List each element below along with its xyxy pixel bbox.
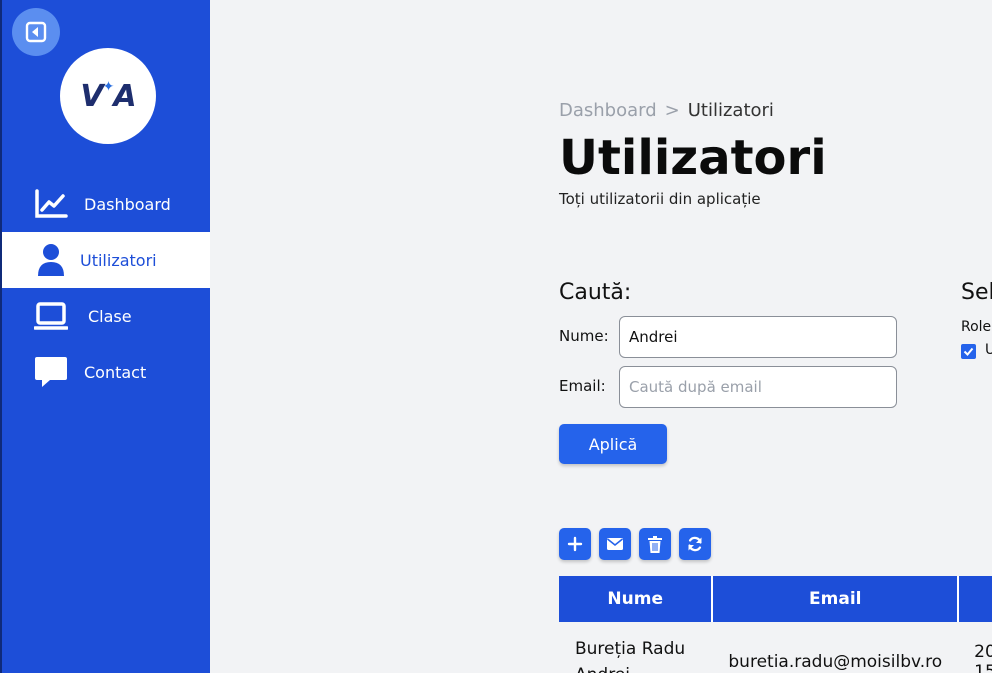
- cell-name: Burețiа Radu Andrei: [559, 622, 713, 673]
- role-checkbox[interactable]: [961, 344, 976, 359]
- email-field-label: Email:: [559, 377, 606, 395]
- check-icon: [963, 347, 974, 356]
- table-toolbar: [559, 528, 711, 560]
- email-users-button[interactable]: [599, 528, 631, 560]
- table-header-extra[interactable]: [958, 576, 992, 622]
- chat-bubble-icon: [34, 355, 68, 389]
- role-label: Role: [961, 319, 992, 335]
- sidebar-item-label: Dashboard: [84, 194, 171, 214]
- envelope-icon: [607, 538, 623, 550]
- sidebar-item-label: Utilizatori: [80, 250, 157, 270]
- trash-icon: [648, 535, 662, 553]
- cell-extra: 20 15: [958, 622, 992, 673]
- breadcrumb-parent[interactable]: Dashboard: [559, 100, 657, 121]
- role-checkbox-label: U: [985, 342, 992, 358]
- laptop-icon: [34, 299, 68, 333]
- sidebar-item-dashboard[interactable]: Dashboard: [2, 176, 210, 232]
- select-section-title: Sel: [961, 280, 992, 305]
- logo-text: V✦A: [80, 78, 136, 114]
- add-user-button[interactable]: [559, 528, 591, 560]
- sidebar-collapse-button[interactable]: [12, 8, 60, 56]
- sidebar-item-utilizatori[interactable]: Utilizatori: [2, 232, 210, 288]
- sidebar-item-label: Contact: [84, 362, 147, 382]
- name-search-input[interactable]: [619, 316, 897, 358]
- apply-button[interactable]: Aplică: [559, 424, 667, 464]
- refresh-button[interactable]: [679, 528, 711, 560]
- delete-users-button[interactable]: [639, 528, 671, 560]
- search-section-title: Caută:: [559, 280, 632, 305]
- table-header-email[interactable]: Email: [712, 576, 960, 622]
- sidebar-item-clase[interactable]: Clase: [2, 288, 210, 344]
- sidebar-item-contact[interactable]: Contact: [2, 344, 210, 400]
- sidebar-item-label: Clase: [88, 306, 132, 326]
- sidebar-nav: Dashboard Utilizatori Clase Contact: [2, 176, 210, 400]
- name-field-label: Nume:: [559, 327, 609, 345]
- sidebar: V✦A Dashboard Utilizatori Clase Contact: [0, 0, 210, 673]
- user-icon: [34, 243, 68, 277]
- breadcrumb-current: Utilizatori: [687, 100, 774, 121]
- cell-email: buretia.radu@moisilbv.ro: [712, 622, 959, 673]
- breadcrumb-separator: >: [664, 100, 680, 121]
- table-row[interactable]: Burețiа Radu Andrei buretia.radu@moisilb…: [559, 622, 992, 673]
- app-logo: V✦A: [60, 48, 156, 144]
- table-header-name[interactable]: Nume: [559, 576, 714, 622]
- page-title: Utilizatori: [559, 130, 827, 186]
- chart-line-icon: [34, 187, 68, 221]
- refresh-icon: [688, 536, 702, 552]
- breadcrumb: Dashboard > Utilizatori: [559, 100, 774, 121]
- add-icon: [567, 536, 583, 552]
- users-table: Nume Email Burețiа Radu Andrei buretia.r…: [559, 576, 992, 673]
- page-subtitle: Toți utilizatorii din aplicație: [559, 190, 761, 208]
- email-search-input[interactable]: [619, 366, 897, 408]
- collapse-left-icon: [25, 21, 47, 43]
